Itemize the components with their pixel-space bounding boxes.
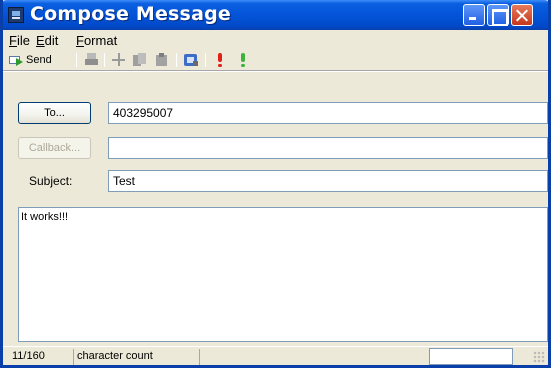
status-bar: 11/160 character count (3, 346, 548, 365)
status-input (429, 348, 513, 365)
cut-icon[interactable] (112, 53, 126, 67)
send-button[interactable]: Send (9, 51, 52, 69)
toolbar-separator (104, 53, 105, 67)
subject-field[interactable]: Test (108, 170, 548, 192)
menu-file-label: ile (16, 33, 30, 48)
window-title: Compose Message (30, 3, 231, 25)
menu-format-label: ormat (83, 33, 118, 48)
menu-bar: File Edit Format (3, 30, 548, 50)
callback-field[interactable] (108, 137, 548, 159)
close-button[interactable] (511, 4, 533, 26)
resize-grip-icon[interactable] (533, 351, 545, 363)
message-body[interactable]: It works!!! (18, 207, 548, 342)
toolbar-divider (3, 70, 548, 72)
toolbar-separator (176, 53, 177, 67)
toolbar-separator (205, 53, 206, 67)
to-button[interactable]: To... (18, 102, 91, 124)
toolbar: Send (3, 50, 548, 70)
send-icon (9, 53, 24, 67)
paste-icon[interactable] (155, 53, 169, 67)
address-book-icon[interactable] (184, 53, 198, 67)
compose-message-window: Compose Message File Edit Format Send To… (0, 0, 551, 368)
high-priority-icon[interactable] (214, 53, 228, 67)
subject-label: Subject: (29, 174, 73, 188)
minimize-button[interactable] (463, 4, 485, 26)
menu-file[interactable]: File (9, 33, 30, 48)
app-icon[interactable] (8, 7, 24, 23)
print-icon[interactable] (85, 53, 99, 67)
menu-edit-label: dit (44, 33, 59, 48)
status-panel (199, 349, 427, 365)
to-field[interactable]: 403295007 (108, 102, 548, 124)
character-count-label: character count (73, 349, 198, 365)
character-count: 11/160 (12, 350, 45, 362)
callback-button[interactable]: Callback... (18, 137, 91, 159)
menu-edit[interactable]: Edit (36, 33, 58, 48)
menu-file-accel: F (9, 33, 17, 48)
low-priority-icon[interactable] (237, 53, 251, 67)
title-bar[interactable]: Compose Message (3, 0, 548, 30)
menu-format[interactable]: Format (76, 33, 117, 48)
copy-icon[interactable] (133, 53, 147, 67)
send-label: Send (26, 54, 52, 66)
toolbar-separator (76, 53, 77, 67)
menu-format-accel: F (76, 33, 84, 48)
maximize-button[interactable] (487, 4, 509, 26)
menu-edit-accel: E (36, 33, 45, 48)
